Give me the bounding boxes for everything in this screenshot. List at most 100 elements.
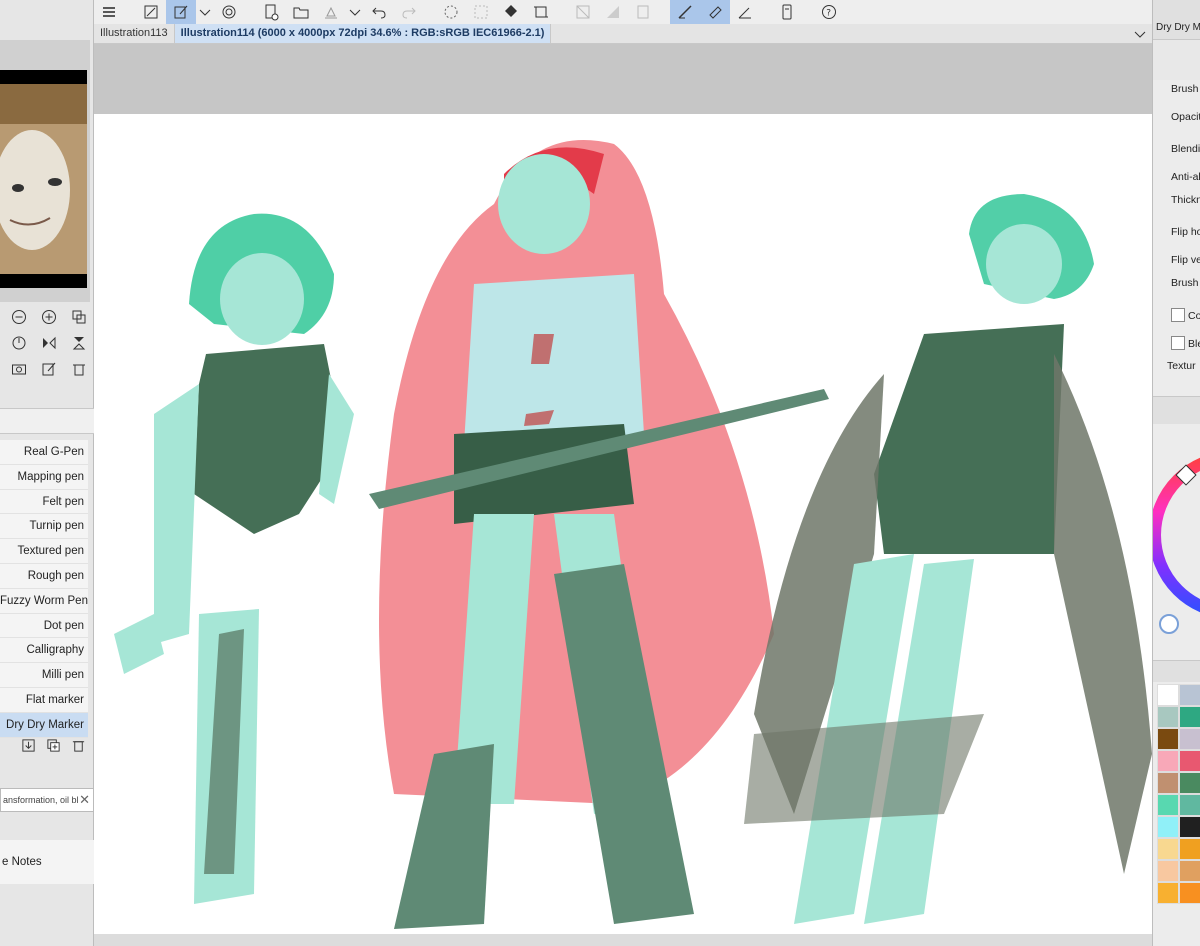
color-swatch[interactable] <box>1157 684 1179 706</box>
clear-search-icon[interactable]: ✕ <box>79 792 93 808</box>
swatch-row <box>1157 772 1200 794</box>
edit-icon[interactable] <box>40 360 58 378</box>
color-swatch[interactable] <box>1179 816 1200 838</box>
delete-icon[interactable] <box>71 738 86 758</box>
chevron-down-icon[interactable] <box>1128 24 1152 43</box>
prop-flip-horizontal[interactable]: Flip ho <box>1171 226 1200 238</box>
undo-icon[interactable] <box>364 0 394 24</box>
horizontal-scrollbar[interactable] <box>94 934 1152 946</box>
color-swatch[interactable] <box>1157 838 1179 860</box>
swatch-row <box>1157 882 1200 904</box>
brush-item-milli-pen[interactable]: Milli pen <box>0 663 88 688</box>
artwork-illustration <box>114 140 1152 929</box>
snap-icon[interactable] <box>730 0 760 24</box>
prop-brush-size[interactable]: Brush <box>1171 83 1198 95</box>
prop-anti-alias[interactable]: Anti-al <box>1171 171 1200 183</box>
subtool-header <box>0 408 94 434</box>
tab-illustration114[interactable]: Illustration114 (6000 x 4000px 72dpi 34.… <box>174 24 552 43</box>
new-file-icon[interactable] <box>256 0 286 24</box>
transform-icon[interactable] <box>136 0 166 24</box>
brush-item-textured-pen[interactable]: Textured pen <box>0 539 88 564</box>
color-set-header <box>1153 660 1200 682</box>
camera-icon[interactable] <box>10 360 28 378</box>
fill-bucket-icon[interactable] <box>496 0 526 24</box>
blend-checkbox[interactable] <box>1171 336 1185 350</box>
color-swatch[interactable] <box>1179 860 1200 882</box>
brush-item-felt-pen[interactable]: Felt pen <box>0 489 88 515</box>
navigator-preview-image[interactable] <box>0 70 87 288</box>
prop-blend: Ble <box>1188 338 1200 350</box>
zoom-out-icon[interactable] <box>10 308 28 326</box>
color-swatch[interactable] <box>1157 860 1179 882</box>
trash-icon[interactable] <box>70 360 88 378</box>
ruler-pen-icon[interactable] <box>670 0 700 24</box>
color-swatch[interactable] <box>1179 706 1200 728</box>
brush-item-mapping-pen[interactable]: Mapping pen <box>0 464 88 490</box>
fit-view-icon[interactable] <box>70 308 88 326</box>
brush-actions <box>0 736 94 760</box>
color-swatch[interactable] <box>1157 772 1179 794</box>
prop-thickness[interactable]: Thickn <box>1171 194 1200 206</box>
color-swatch[interactable] <box>1179 684 1200 706</box>
help-icon[interactable]: ? <box>814 0 844 24</box>
color-swatch[interactable] <box>1157 750 1179 772</box>
prop-blending[interactable]: Blendi <box>1171 143 1200 155</box>
eraser-icon[interactable] <box>700 0 730 24</box>
prop-texture[interactable]: Textur <box>1167 360 1196 372</box>
brush-item-rough-pen[interactable]: Rough pen <box>0 563 88 589</box>
color-swatch[interactable] <box>1179 728 1200 750</box>
color-swatch[interactable] <box>1179 838 1200 860</box>
crop-icon[interactable] <box>526 0 556 24</box>
loading-icon[interactable] <box>436 0 466 24</box>
zoom-in-icon[interactable] <box>40 308 58 326</box>
svg-text:?: ? <box>826 9 831 19</box>
color-wheel[interactable] <box>1153 450 1200 620</box>
chevron-down-icon[interactable] <box>346 0 364 24</box>
device-icon[interactable] <box>772 0 802 24</box>
brush-item-real-g-pen[interactable]: Real G-Pen <box>0 440 88 465</box>
color-swatch[interactable] <box>1157 728 1179 750</box>
edit-tool-icon[interactable] <box>166 0 196 24</box>
flip-horizontal-icon[interactable] <box>40 334 58 352</box>
brush-item-calligraphy[interactable]: Calligraphy <box>0 638 88 664</box>
swatch-row <box>1157 816 1200 838</box>
import-icon[interactable] <box>21 738 36 758</box>
brush-item-dot-pen[interactable]: Dot pen <box>0 613 88 639</box>
canvas-area <box>94 44 1152 946</box>
prop-brush-density[interactable]: Brush <box>1171 277 1198 289</box>
layer-mask-icon[interactable] <box>628 0 658 24</box>
brush-item-flat-marker[interactable]: Flat marker <box>0 687 88 713</box>
grid-diagonal-icon[interactable] <box>568 0 598 24</box>
brush-item-dry-dry-marker[interactable]: Dry Dry Marker <box>0 712 88 738</box>
color-jitter-checkbox[interactable] <box>1171 308 1185 322</box>
current-color-swatch[interactable] <box>1159 614 1179 634</box>
brush-item-fuzzy-worm-pen[interactable]: Fuzzy Worm Pen <box>0 588 88 614</box>
color-swatch[interactable] <box>1179 794 1200 816</box>
duplicate-icon[interactable] <box>46 738 61 758</box>
brush-item-turnip-pen[interactable]: Turnip pen <box>0 514 88 540</box>
color-swatch[interactable] <box>1179 882 1200 904</box>
flip-vertical-icon[interactable] <box>70 334 88 352</box>
selection-clear-icon[interactable] <box>466 0 496 24</box>
menu-icon[interactable] <box>94 0 124 24</box>
color-swatch[interactable] <box>1179 772 1200 794</box>
search-input[interactable]: ansformation, oil bl ✕ <box>0 788 94 812</box>
drawing-canvas[interactable] <box>94 114 1152 946</box>
color-swatch[interactable] <box>1157 794 1179 816</box>
redo-icon[interactable] <box>394 0 424 24</box>
gradient-icon[interactable] <box>598 0 628 24</box>
rotate-icon[interactable] <box>10 334 28 352</box>
save-icon[interactable] <box>316 0 346 24</box>
color-swatch[interactable] <box>1157 706 1179 728</box>
left-figure <box>114 213 354 904</box>
tab-illustration113[interactable]: Illustration113 <box>94 24 175 43</box>
open-folder-icon[interactable] <box>286 0 316 24</box>
color-swatch[interactable] <box>1179 750 1200 772</box>
chevron-down-icon[interactable] <box>196 0 214 24</box>
spiral-icon[interactable] <box>214 0 244 24</box>
color-swatch[interactable] <box>1157 816 1179 838</box>
prop-flip-vertical[interactable]: Flip ve <box>1171 254 1200 266</box>
notes-item[interactable]: e Notes <box>0 840 94 884</box>
prop-opacity[interactable]: Opacit <box>1171 111 1200 123</box>
color-swatch[interactable] <box>1157 882 1179 904</box>
